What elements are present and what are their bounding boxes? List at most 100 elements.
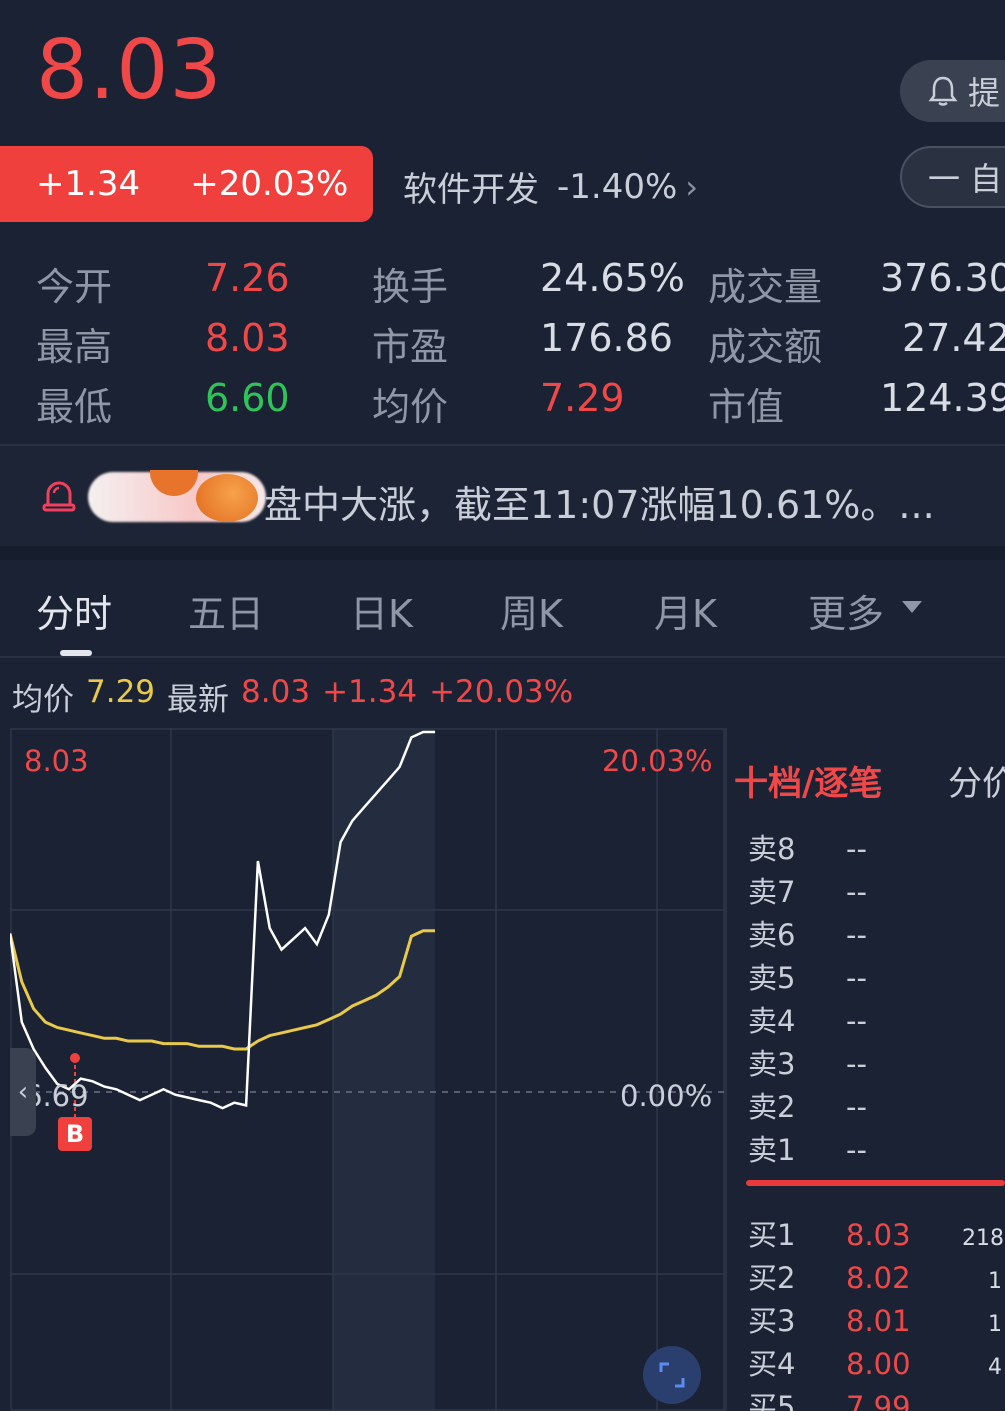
add-watchlist-button[interactable]: 一 自 [900,146,1005,208]
low-value: 6.60 [205,376,290,420]
chart-max-pct: 20.03% [602,744,713,778]
ask-label: 卖3 [748,1047,796,1081]
bid-price: 8.03 [846,1218,911,1252]
orderbook-tab-price[interactable]: 分价 [948,756,1005,805]
tab-intraday[interactable]: 分时 [36,583,112,638]
chart-base-pct: 0.00% [620,1079,713,1113]
volume-value: 376.30 [880,256,1005,300]
ask-row: 卖3 -- [748,1041,962,1083]
bid-price: 8.01 [846,1304,911,1338]
ask-row: 卖2 -- [748,1084,962,1126]
chart-grid [10,728,725,1411]
price-change-badge: +1.34 +20.03% [0,146,373,222]
bid-volume: 1 [988,1312,1002,1337]
ask-row: 卖7 -- [748,869,962,911]
orderbook-split-bar [746,1180,1005,1186]
legend-change-abs: +1.34 [322,674,418,710]
ask-price: -- [846,832,867,866]
chart-legend: 均价 7.29 最新 8.03 +1.34 +20.03% [12,674,573,719]
tab-monthly-k[interactable]: 月K [654,583,717,638]
news-text: 盘中大涨，截至11:07涨幅10.61%。... [264,483,935,527]
volume-label: 成交量 [708,265,823,309]
buy-marker-dot [70,1053,80,1063]
tab-daily-k[interactable]: 日K [350,583,413,638]
divider [0,656,1005,658]
ask-label: 卖7 [748,875,796,909]
ask-price: -- [846,1004,867,1038]
siren-icon [42,481,76,512]
bid-label: 买4 [748,1347,796,1381]
buy-marker-badge[interactable]: B [58,1117,92,1151]
price-alert-button[interactable]: 提 [900,60,1005,122]
persimmon-sticker [196,474,258,522]
bid-volume: 4 [988,1355,1002,1380]
bid-label: 买1 [748,1218,796,1252]
avg-label: 均价 [372,385,449,429]
ask-label: 卖1 [748,1133,796,1167]
ask-label: 卖2 [748,1090,796,1124]
tab-five-day[interactable]: 五日 [188,583,264,638]
bid-price: 8.02 [846,1261,911,1295]
bid-row: 买5 7.99 [748,1384,962,1411]
open-value: 7.26 [205,256,290,300]
price-line [10,730,435,1110]
section-gap [0,546,1005,560]
caret-down-icon [902,601,922,613]
bid-volume: 218. [962,1226,1005,1251]
sector-link[interactable]: 软件开发 -1.40% › [403,162,698,211]
sector-change: -1.40% [557,166,678,207]
amount-label: 成交额 [708,325,823,369]
tab-weekly-k[interactable]: 周K [500,583,563,638]
expand-icon [659,1362,685,1388]
sector-name: 软件开发 [403,170,539,210]
bid-row: 买2 8.02 1 [748,1255,1002,1297]
legend-latest-value: 8.03 [241,674,311,710]
bid-volume: 1 [988,1269,1002,1294]
legend-change-pct: +20.03% [429,674,574,710]
minus-icon: 一 [928,160,961,198]
ask-price: -- [846,961,867,995]
alert-button-label: 提 [968,74,1001,112]
ask-price: -- [846,875,867,909]
bid-label: 买5 [748,1390,796,1411]
low-label: 最低 [36,385,113,429]
bid-row: 买4 8.00 4 [748,1341,1002,1383]
avg-price-line [10,929,435,1051]
avg-value: 7.29 [540,376,625,420]
orderbook-tab-depth[interactable]: 十档/逐笔 [734,756,882,805]
ask-row: 卖6 -- [748,912,962,954]
pe-label: 市盈 [372,325,449,369]
amount-value: 27.42 [902,316,1005,360]
ask-price: -- [846,1090,867,1124]
bid-row: 买3 8.01 1 [748,1298,1002,1340]
bid-price: 8.00 [846,1347,911,1381]
ask-row: 卖8 -- [748,826,962,868]
ask-row: 卖5 -- [748,955,962,997]
chevron-left-icon: ‹ [17,1077,29,1107]
ask-price: -- [846,1133,867,1167]
bid-price: 7.99 [846,1390,911,1411]
pe-value: 176.86 [540,316,673,360]
intraday-chart[interactable] [10,728,725,1411]
mktcap-label: 市值 [708,385,785,429]
bid-label: 买2 [748,1261,796,1295]
ask-label: 卖4 [748,1004,796,1038]
bid-row: 买1 8.03 218. [748,1212,1005,1254]
legend-latest-label: 最新 [167,682,230,718]
bell-icon [928,76,958,106]
legend-avg-label: 均价 [12,682,74,718]
ask-row: 卖1 -- [748,1127,962,1169]
chevron-right-icon: › [685,167,699,206]
ask-label: 卖8 [748,832,796,866]
high-value: 8.03 [205,316,290,360]
side-drawer-handle[interactable]: ‹ [10,1048,36,1136]
high-label: 最高 [36,325,113,369]
orderbook-divider [725,728,727,1411]
current-price: 8.03 [36,23,223,118]
tab-more[interactable]: 更多 [808,583,884,638]
mktcap-value: 124.39 [880,376,1005,420]
fullscreen-button[interactable] [643,1346,701,1404]
ask-label: 卖6 [748,918,796,952]
ask-price: -- [846,1047,867,1081]
change-pct: +20.03% [190,164,349,204]
